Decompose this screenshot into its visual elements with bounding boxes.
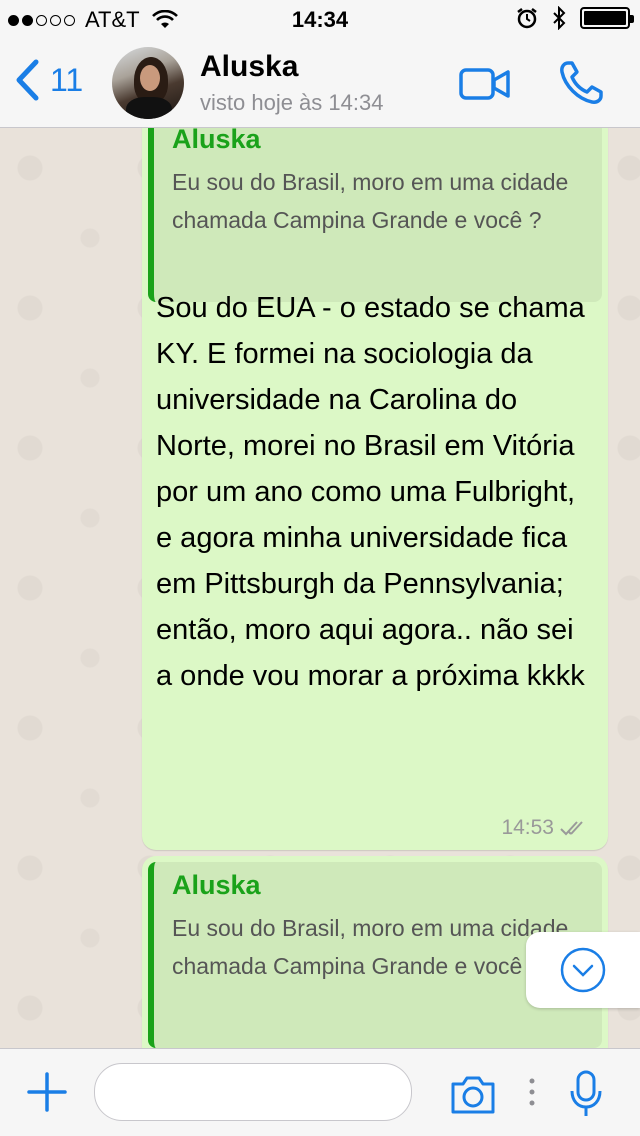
message-bubble[interactable]: Aluska Eu sou do Brasil, moro em uma cid…	[142, 128, 608, 850]
battery-icon	[580, 7, 634, 29]
video-call-icon[interactable]	[458, 66, 512, 102]
bluetooth-icon	[553, 6, 566, 30]
message-time: 14:53	[501, 816, 554, 839]
input-bar	[0, 1048, 640, 1136]
plus-icon[interactable]	[26, 1071, 68, 1113]
scroll-down-icon	[560, 947, 606, 993]
more-dots-icon[interactable]	[528, 1077, 536, 1107]
quote-author: Aluska	[172, 128, 261, 154]
status-bar: AT&T 14:34	[0, 0, 640, 40]
camera-icon[interactable]	[448, 1075, 498, 1115]
message-input[interactable]	[94, 1063, 412, 1121]
quoted-message[interactable]: Aluska Eu sou do Brasil, moro em uma cid…	[148, 128, 602, 302]
contact-last-seen: visto hoje às 14:34	[200, 90, 384, 115]
back-button[interactable]: 11	[14, 58, 83, 102]
scroll-to-bottom-button[interactable]	[526, 932, 640, 1008]
double-check-icon	[560, 821, 583, 836]
unread-count: 11	[50, 61, 84, 98]
microphone-icon[interactable]	[568, 1069, 604, 1119]
contact-name[interactable]: Aluska	[200, 50, 298, 84]
quote-author: Aluska	[172, 870, 261, 900]
back-chevron-icon	[16, 59, 39, 101]
quote-text: Eu sou do Brasil, moro em uma cidade cha…	[172, 169, 569, 233]
chat-area[interactable]: Aluska Eu sou do Brasil, moro em uma cid…	[0, 128, 640, 1048]
chat-header: 11 Aluska visto hoje às 14:34	[0, 40, 640, 128]
status-right	[516, 6, 634, 30]
avatar[interactable]	[112, 47, 184, 119]
message-meta: 14:53	[501, 816, 590, 840]
phone-icon[interactable]	[556, 58, 606, 108]
alarm-icon	[517, 8, 537, 29]
message-text: Sou do EUA - o estado se chama KY. E for…	[156, 292, 585, 692]
